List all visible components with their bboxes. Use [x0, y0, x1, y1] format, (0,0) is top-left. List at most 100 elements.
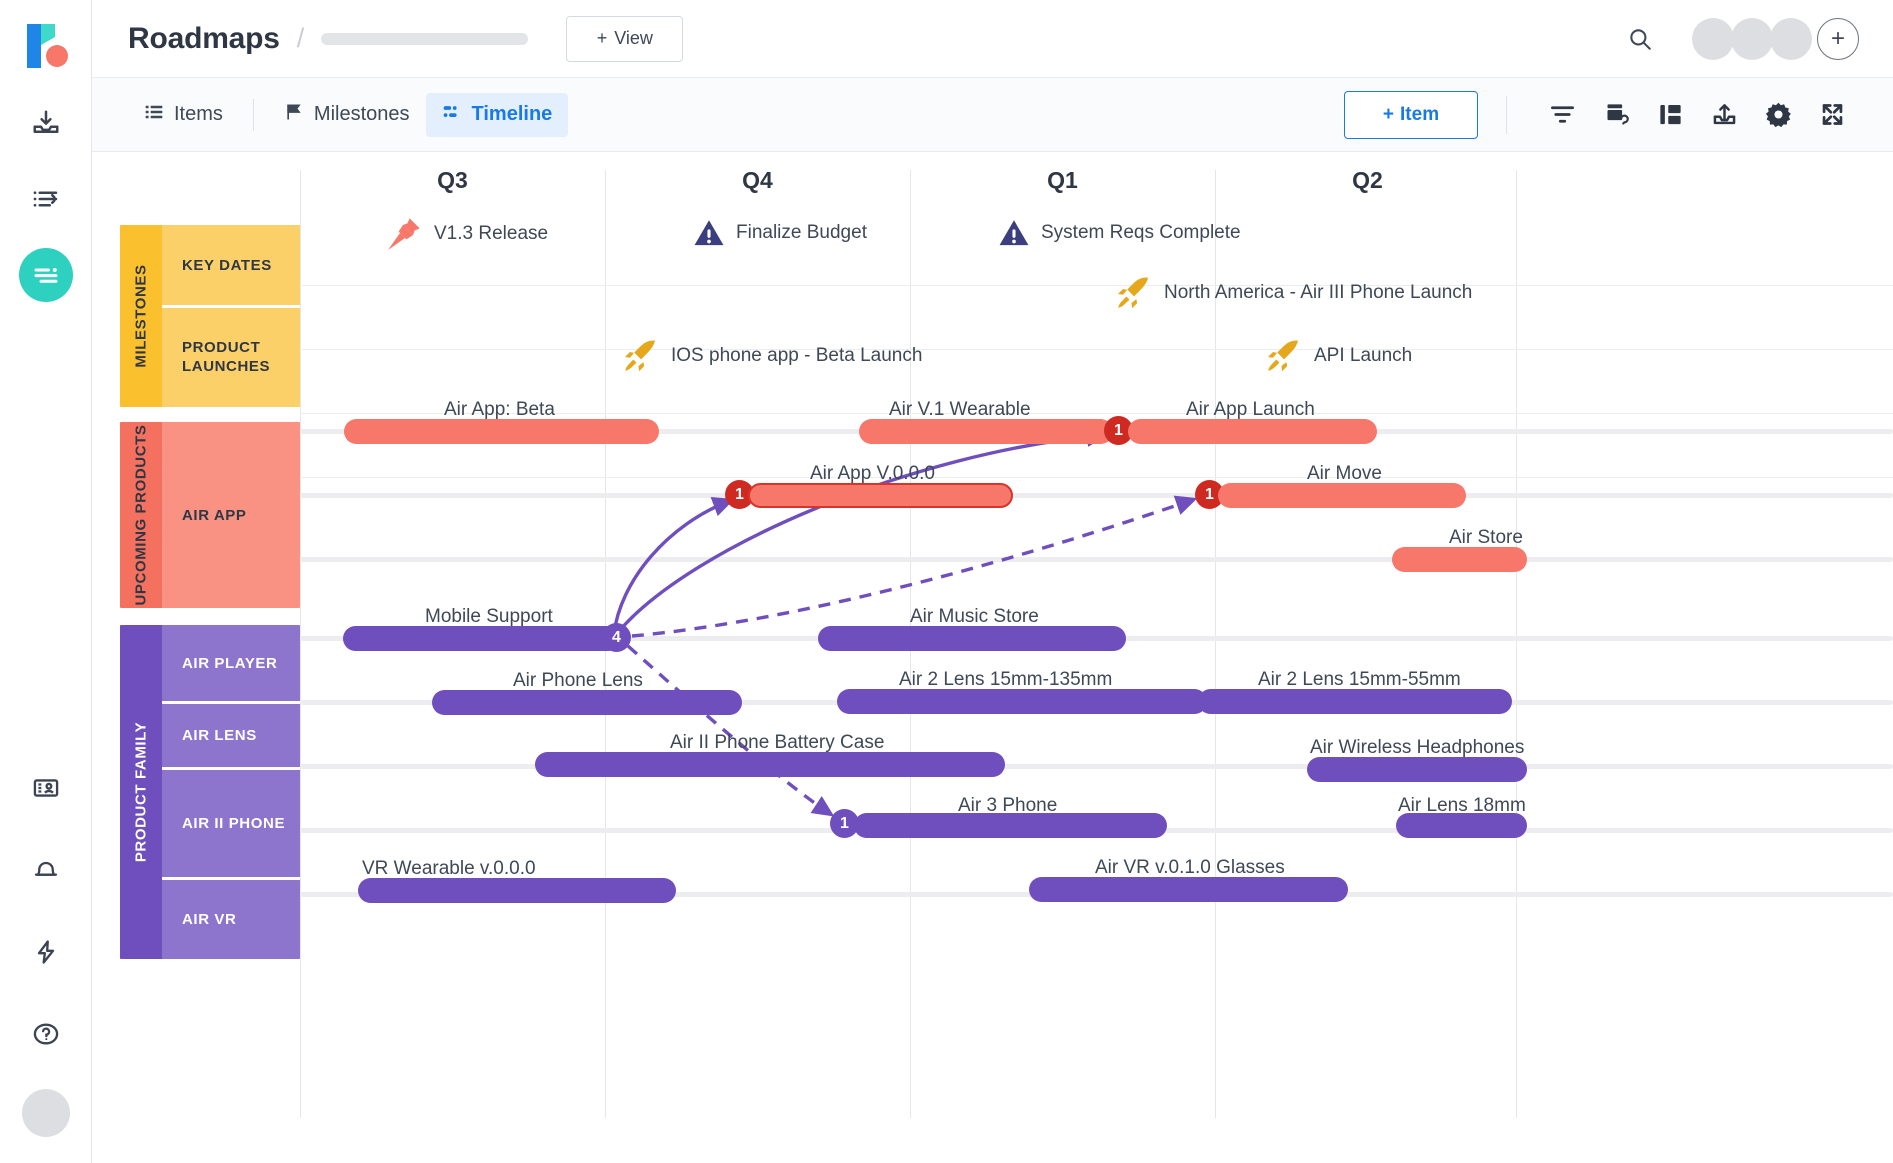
breadcrumb-separator: /: [297, 23, 305, 54]
dependency-link-icon[interactable]: [1589, 91, 1643, 139]
bar-label-air-move: Air Move: [1307, 463, 1382, 485]
quarter-divider: [1516, 170, 1517, 1118]
filter-icon[interactable]: [1535, 91, 1589, 139]
swimlane-label: AIR APP: [182, 507, 247, 524]
flag-icon: [284, 102, 304, 128]
milestone-api-launch[interactable]: API Launch: [1262, 335, 1412, 377]
lightning-icon[interactable]: [19, 925, 73, 979]
milestone-label: IOS phone app - Beta Launch: [671, 345, 922, 367]
warning-triangle-icon: [997, 216, 1031, 250]
row-rule: [300, 349, 1893, 350]
tab-milestones-label: Milestones: [314, 103, 410, 126]
bar-air-move[interactable]: [1218, 483, 1466, 508]
gear-icon[interactable]: [1751, 91, 1805, 139]
bar-air-vr-v010-glasses[interactable]: [1029, 877, 1348, 902]
milestone-label: V1.3 Release: [434, 223, 548, 245]
milestone-label: System Reqs Complete: [1041, 222, 1241, 244]
group-rows-upcoming: AIR APP: [162, 422, 300, 608]
roadmunk-logo-icon[interactable]: [21, 20, 71, 72]
swimlane-key-dates[interactable]: KEY DATES: [162, 225, 300, 305]
bar-label-air-v1-wearable: Air V.1 Wearable: [889, 399, 1031, 421]
bar-air-3-phone[interactable]: [854, 813, 1167, 838]
bar-air-2-lens-15-55[interactable]: [1198, 689, 1512, 714]
milestone-finalize-budget[interactable]: Finalize Budget: [692, 216, 867, 250]
bar-track: [300, 557, 1893, 562]
milestone-label: Finalize Budget: [736, 222, 867, 244]
dependency-arrows: [92, 152, 1893, 1052]
expand-icon[interactable]: [1805, 91, 1859, 139]
bar-air-app-v000[interactable]: [748, 483, 1013, 508]
pushpin-icon: [384, 214, 424, 254]
bar-label-air-store: Air Store: [1449, 527, 1523, 549]
add-item-button[interactable]: + Item: [1344, 91, 1478, 139]
bar-label-air-2-lens-15-55: Air 2 Lens 15mm-55mm: [1258, 669, 1461, 691]
milestone-system-reqs-complete[interactable]: System Reqs Complete: [997, 216, 1241, 250]
tab-milestones[interactable]: Milestones: [268, 93, 426, 137]
group-product-family[interactable]: PRODUCT FAMILY AIR PLAYER AIR LENS AIR I…: [120, 625, 300, 959]
swimlane-label: AIR II PHONE: [182, 815, 285, 832]
bar-label-mobile-support: Mobile Support: [425, 606, 553, 628]
list-icon: [144, 102, 164, 128]
tab-items[interactable]: Items: [128, 93, 239, 137]
bar-vr-wearable-v000[interactable]: [358, 878, 676, 903]
sidebar-item-backlog[interactable]: [19, 172, 73, 226]
bell-icon[interactable]: [19, 843, 73, 897]
rail-primary-icons: [19, 96, 73, 302]
dependency-badge-hub[interactable]: 4: [602, 623, 631, 652]
swimlane-label: KEY DATES: [182, 257, 272, 274]
bar-air-v1-wearable[interactable]: [859, 419, 1113, 444]
warning-triangle-icon: [692, 216, 726, 250]
swimlane-label: AIR VR: [182, 911, 236, 928]
milestone-label: API Launch: [1314, 345, 1412, 367]
milestone-label: North America - Air III Phone Launch: [1164, 282, 1472, 304]
contact-card-icon[interactable]: [19, 761, 73, 815]
user-avatar[interactable]: [22, 1089, 70, 1137]
toolbar-divider: [1506, 96, 1507, 134]
tab-timeline[interactable]: Timeline: [426, 93, 569, 137]
add-item-label: Item: [1400, 104, 1439, 126]
search-icon[interactable]: [1618, 17, 1662, 61]
swimlane-air-player[interactable]: AIR PLAYER: [162, 625, 300, 701]
export-upload-icon[interactable]: [1697, 91, 1751, 139]
group-milestones[interactable]: MILESTONES KEY DATES PRODUCT LAUNCHES: [120, 225, 300, 407]
milestone-north-america-air-iii-launch[interactable]: North America - Air III Phone Launch: [1112, 272, 1472, 314]
avatar[interactable]: [1731, 18, 1773, 60]
swimlane-label: AIR PLAYER: [182, 655, 277, 672]
layout-panel-icon[interactable]: [1643, 91, 1697, 139]
bar-label-air-ii-phone-battery-case: Air II Phone Battery Case: [670, 732, 884, 754]
swimlane-air-ii-phone[interactable]: AIR II PHONE: [162, 767, 300, 877]
swimlane-label: AIR LENS: [182, 727, 257, 744]
bar-air-wireless-headphones[interactable]: [1307, 757, 1527, 782]
swimlane-air-lens[interactable]: AIR LENS: [162, 701, 300, 767]
bar-air-phone-lens[interactable]: [432, 690, 742, 715]
bar-label-air-app-beta: Air App: Beta: [444, 399, 555, 421]
question-circle-icon[interactable]: [19, 1007, 73, 1061]
bar-mobile-support[interactable]: [343, 626, 621, 651]
timeline-icon: [442, 102, 462, 128]
group-spine-upcoming: UPCOMING PRODUCTS: [120, 422, 162, 608]
bar-air-store[interactable]: [1392, 547, 1527, 572]
bar-air-2-lens-15-135[interactable]: [837, 689, 1207, 714]
bar-air-app-launch[interactable]: [1128, 419, 1377, 444]
row-rule: [300, 285, 1893, 286]
avatar[interactable]: [1770, 18, 1812, 60]
group-spine-product-family: PRODUCT FAMILY: [120, 625, 162, 959]
avatar[interactable]: [1692, 18, 1734, 60]
timeline-canvas[interactable]: Q3 Q4 Q1 Q2 MILESTONES KEY D: [92, 152, 1893, 1163]
add-member-button[interactable]: +: [1817, 18, 1859, 60]
sidebar-item-roadmaps[interactable]: [19, 248, 73, 302]
swimlane-air-app[interactable]: AIR APP: [162, 422, 300, 608]
swimlane-air-vr[interactable]: AIR VR: [162, 877, 300, 959]
add-item-plus: +: [1383, 104, 1394, 126]
bar-air-music-store[interactable]: [818, 626, 1126, 651]
milestone-ios-phone-app-beta-launch[interactable]: IOS phone app - Beta Launch: [619, 335, 922, 377]
milestone-v13-release[interactable]: V1.3 Release: [384, 214, 548, 254]
add-view-button[interactable]: + View: [566, 16, 683, 62]
bar-air-lens-18mm[interactable]: [1396, 813, 1527, 838]
swimlane-product-launches[interactable]: PRODUCT LAUNCHES: [162, 305, 300, 407]
group-spine-milestones: MILESTONES: [120, 225, 162, 407]
sidebar-item-inbox[interactable]: [19, 96, 73, 150]
bar-air-ii-phone-battery-case[interactable]: [535, 752, 1005, 777]
group-upcoming-products[interactable]: UPCOMING PRODUCTS AIR APP: [120, 422, 300, 608]
bar-air-app-beta[interactable]: [344, 419, 659, 444]
